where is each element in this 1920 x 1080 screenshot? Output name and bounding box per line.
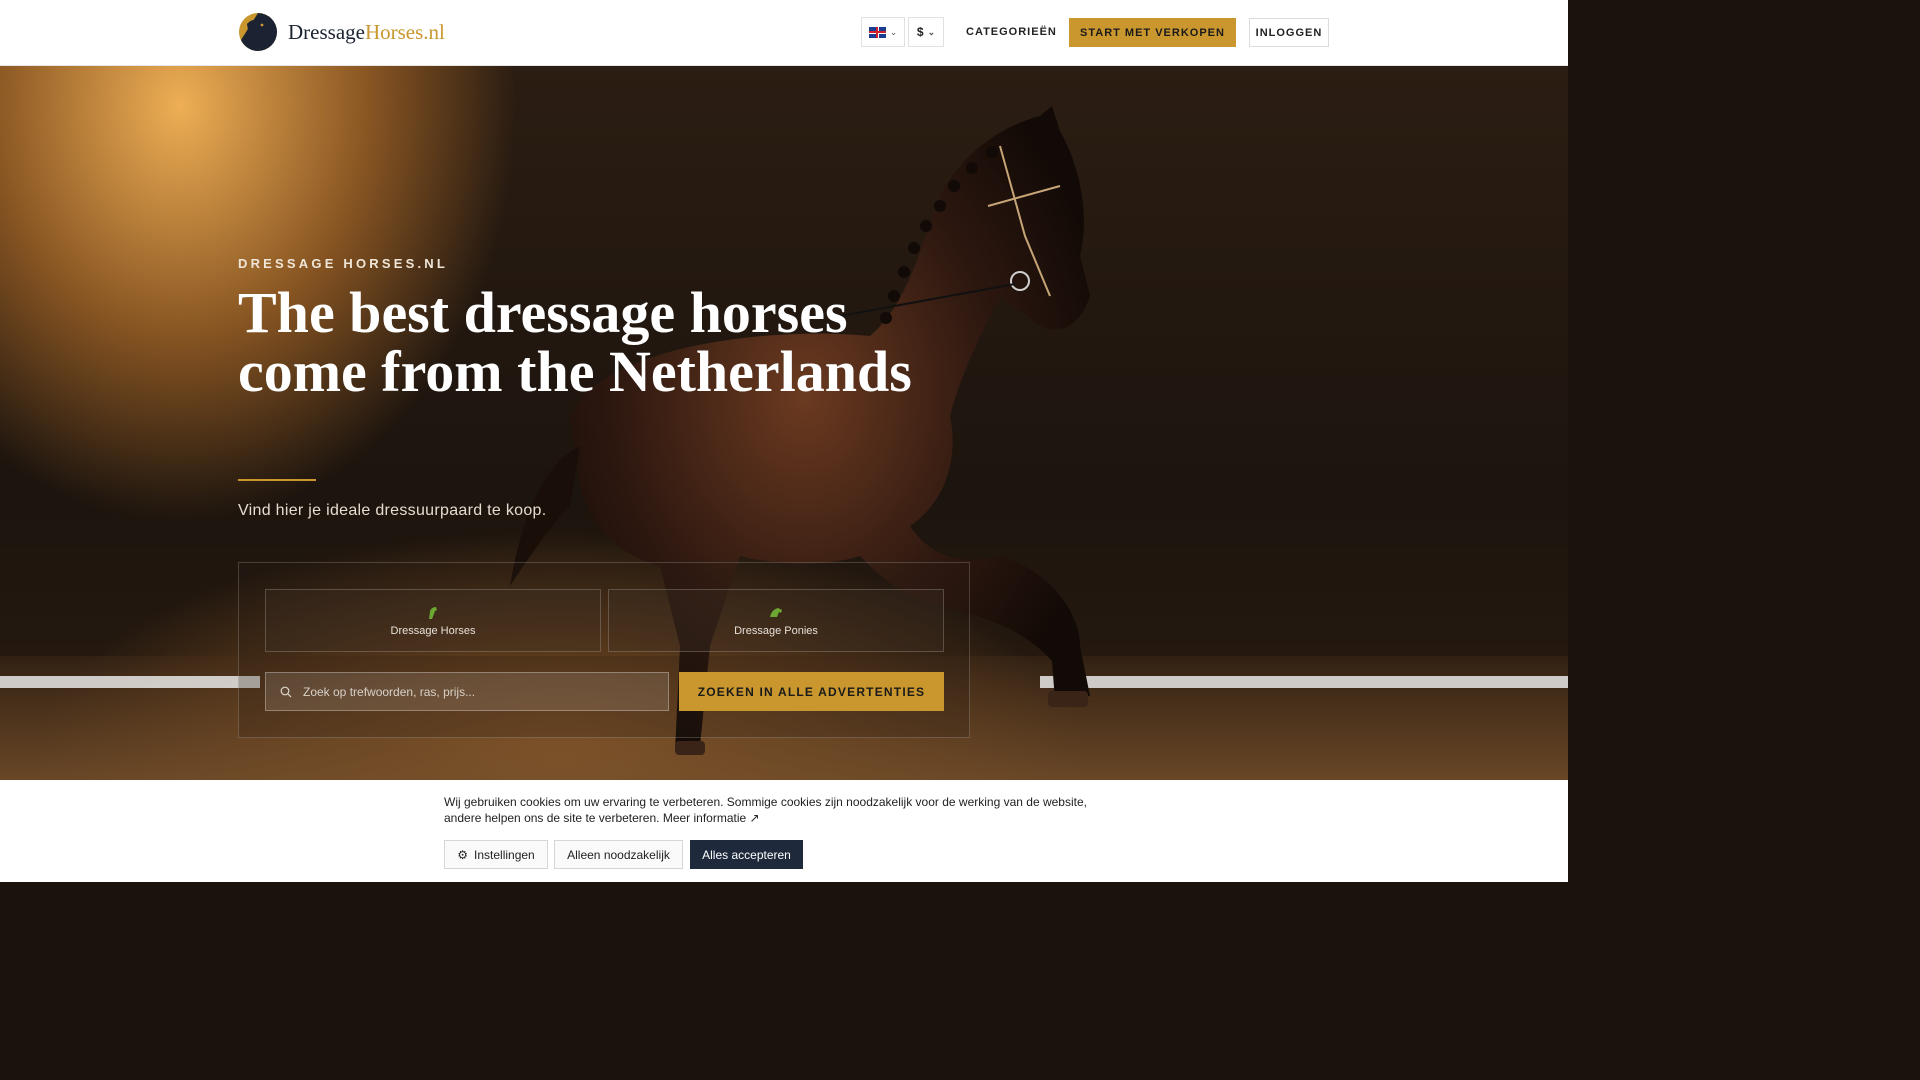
necessary-only-button[interactable]: Alleen noodzakelijk [554,840,683,869]
login-button[interactable]: INLOGGEN [1249,18,1329,47]
category-label: Dressage Horses [390,624,476,637]
gold-divider [238,479,316,481]
currency-value: $ [916,25,924,39]
horse-logo-icon [239,13,277,51]
site-logo[interactable]: DressageHorses.nl [238,12,445,52]
logo-text-main: Dressage [288,19,365,44]
category-label: Dressage Ponies [734,624,818,637]
search-field[interactable] [265,672,669,711]
cookie-text: Wij gebruiken cookies om uw ervaring te … [444,795,1087,825]
horse-head-icon [429,606,437,619]
currency-selector[interactable]: $ ⌄ [908,17,944,47]
category-card-dressage-horses[interactable]: Dressage Horses [265,589,601,652]
external-link-icon: ↗ [749,811,760,825]
accept-all-button[interactable]: Alles accepteren [690,840,803,869]
pony-icon [770,607,782,617]
more-info-label: Meer informatie [662,811,747,825]
site-header: DressageHorses.nl ⌄ $ ⌄ CATEGORIEËN STAR… [0,0,1568,66]
search-input[interactable] [303,684,663,699]
cookie-message: Wij gebruiken cookies om uw ervaring te … [444,794,1124,826]
hero-headline: The best dressage horses come from the N… [238,280,912,404]
search-all-button[interactable]: ZOEKEN IN ALLE ADVERTENTIES [679,672,944,711]
cookie-banner: Wij gebruiken cookies om uw ervaring te … [0,780,1568,882]
nav-categories-link[interactable]: CATEGORIEËN [966,26,1057,38]
more-info-link[interactable]: Meer informatie ↗ [663,811,760,825]
logo-text-accent: Horses.nl [364,19,445,44]
start-selling-button[interactable]: START MET VERKOPEN [1069,18,1236,47]
gear-icon: ⚙ [457,847,469,862]
logo-text: DressageHorses.nl [288,20,445,45]
category-card-dressage-ponies[interactable]: Dressage Ponies [608,589,944,652]
cookie-settings-label: Instellingen [474,847,535,862]
chevron-down-icon: ⌄ [927,26,936,37]
hero-subtitle: Vind hier je ideale dressuurpaard te koo… [238,502,547,519]
chevron-down-icon: ⌄ [889,26,898,37]
search-panel: Dressage Horses Dressage Ponies ZOEKEN I… [238,562,970,738]
uk-flag-icon [868,26,886,38]
hero-section: DRESSAGE HORSES.NL The best dressage hor… [0,66,1568,780]
arena-rail [0,676,260,688]
hero-kicker: DRESSAGE HORSES.NL [238,256,449,271]
language-selector[interactable]: ⌄ [861,17,905,47]
search-icon [280,686,292,697]
cookie-settings-button[interactable]: ⚙ Instellingen [444,840,548,869]
